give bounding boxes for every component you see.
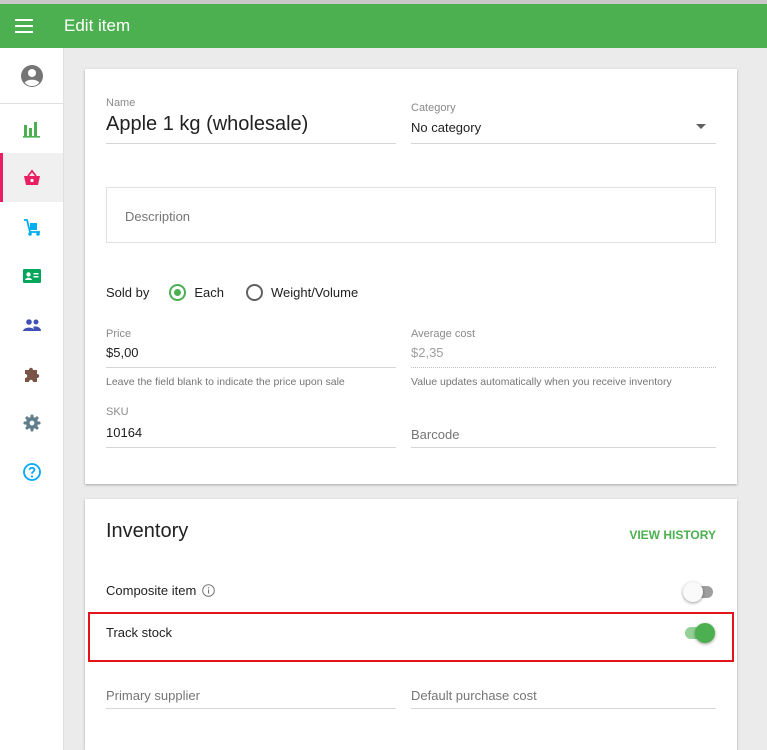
sold-by-weight-radio[interactable] (246, 284, 264, 301)
inventory-title: Inventory (106, 520, 189, 542)
sidebar-item-employees[interactable] (0, 251, 63, 300)
bar-chart-icon (22, 121, 40, 138)
average-cost-label: Average cost (411, 328, 476, 340)
name-value: Apple 1 kg (wholesale) (106, 113, 309, 135)
sidebar-item-help[interactable] (0, 447, 63, 496)
puzzle-icon (24, 367, 39, 382)
default-purchase-cost-placeholder: Default purchase cost (411, 688, 537, 703)
toggle-knob (695, 623, 715, 643)
sidebar-item-customers[interactable] (0, 300, 63, 349)
top-app-bar: Edit item (0, 0, 767, 48)
account-avatar[interactable] (0, 48, 63, 104)
sku-label: SKU (106, 406, 129, 418)
track-stock-label: Track stock (106, 625, 172, 640)
sidebar (0, 48, 64, 750)
primary-supplier-select[interactable]: Primary supplier (106, 687, 396, 709)
sold-by-each-label: Each (194, 285, 225, 300)
basket-icon (23, 169, 40, 185)
sidebar-item-settings[interactable] (0, 398, 63, 447)
barcode-placeholder: Barcode (411, 427, 460, 442)
price-hint: Leave the field blank to indicate the pr… (106, 376, 345, 388)
sold-by-group: Sold by Each Weight/Volume (106, 284, 358, 301)
people-icon (22, 318, 41, 331)
price-label: Price (106, 328, 132, 340)
default-purchase-cost-input[interactable]: Default purchase cost (411, 687, 716, 709)
sidebar-item-inventory[interactable] (0, 202, 63, 251)
price-input[interactable]: $5,00 (106, 344, 396, 368)
item-details-card: Name Apple 1 kg (wholesale) Category No … (85, 69, 737, 484)
name-label: Name (106, 97, 136, 109)
sidebar-item-integrations[interactable] (0, 349, 63, 398)
composite-item-label: Composite item (106, 583, 197, 598)
gear-icon (23, 414, 40, 431)
inventory-card: Inventory VIEW HISTORY Composite item Tr… (85, 499, 737, 750)
category-value: No category (411, 120, 482, 135)
category-label: Category (411, 102, 456, 114)
category-select[interactable]: No category (411, 119, 716, 144)
barcode-input[interactable]: Barcode (411, 426, 716, 448)
average-cost-field: $2,35 (411, 344, 716, 368)
toggle-knob (683, 582, 703, 602)
composite-item-row: Composite item (106, 583, 216, 598)
info-icon[interactable] (202, 584, 216, 597)
sidebar-item-items[interactable] (0, 153, 63, 202)
account-circle-icon (20, 64, 43, 87)
hand-truck-icon (23, 218, 40, 236)
description-placeholder: Description (125, 209, 191, 224)
composite-item-toggle[interactable] (683, 582, 715, 602)
average-cost-hint: Value updates automatically when you rec… (411, 376, 672, 388)
sold-by-label: Sold by (106, 285, 150, 300)
view-history-link[interactable]: VIEW HISTORY (629, 528, 716, 542)
hamburger-menu-icon (15, 19, 33, 33)
track-stock-toggle[interactable] (683, 623, 715, 643)
id-card-icon (22, 268, 41, 283)
average-cost-value: $2,35 (411, 345, 444, 360)
sku-value: 10164 (106, 425, 143, 440)
page-title: Edit item (64, 16, 131, 35)
menu-button[interactable] (0, 4, 48, 48)
help-circle-icon (22, 462, 41, 481)
sold-by-weight-label: Weight/Volume (271, 285, 359, 300)
dropdown-arrow-icon (696, 124, 706, 129)
description-field[interactable]: Description (106, 187, 716, 243)
sold-by-each-radio[interactable] (169, 284, 187, 301)
primary-supplier-placeholder: Primary supplier (106, 688, 200, 703)
sku-input[interactable]: 10164 (106, 424, 396, 448)
price-value: $5,00 (106, 345, 139, 360)
name-field[interactable]: Apple 1 kg (wholesale) (106, 113, 396, 144)
sidebar-item-reports[interactable] (0, 104, 63, 153)
